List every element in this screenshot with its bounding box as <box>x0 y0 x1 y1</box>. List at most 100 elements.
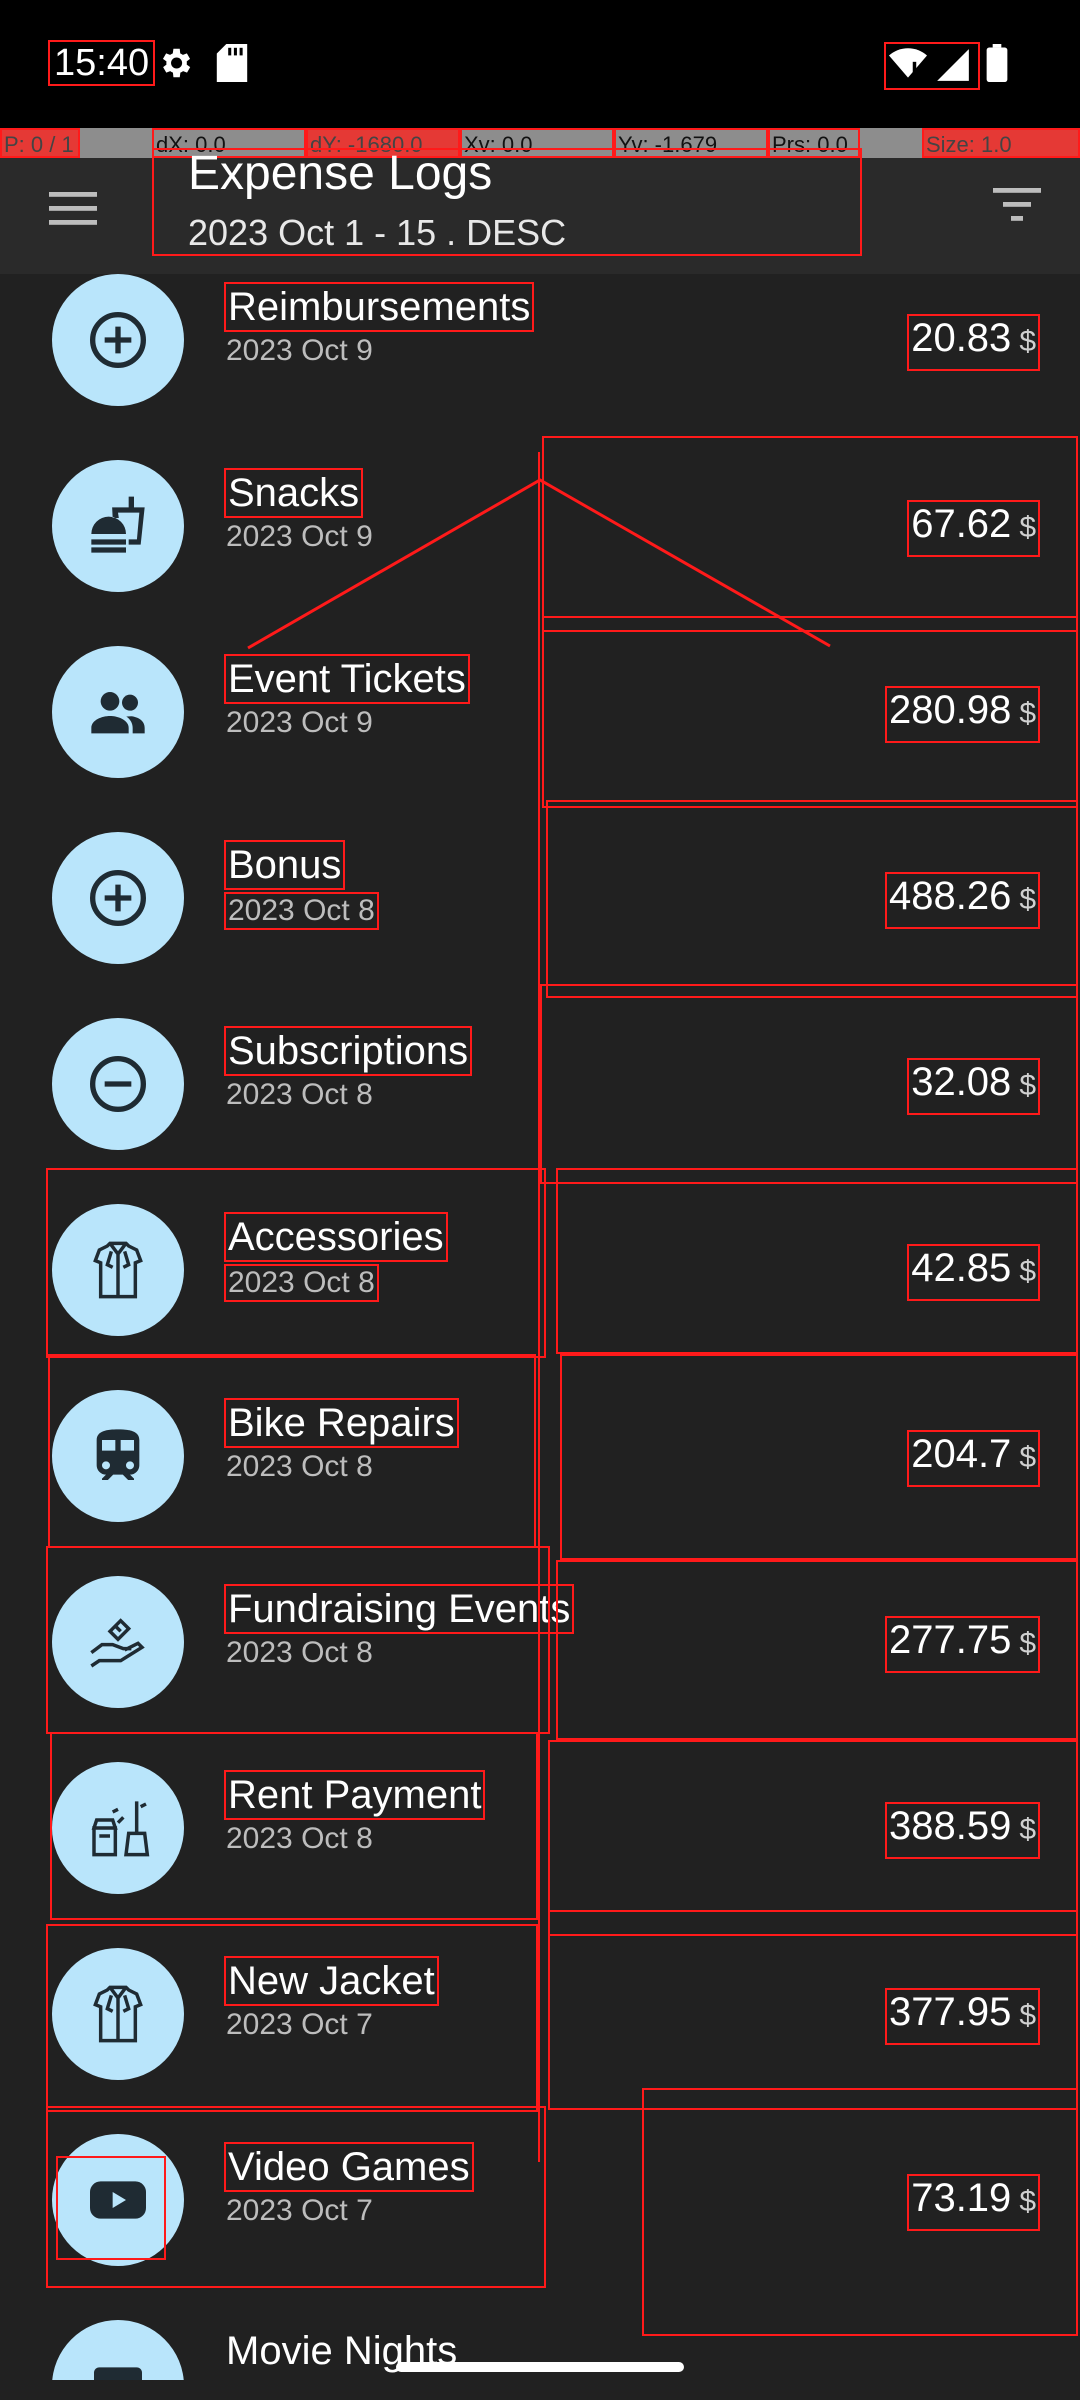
plus-circle-icon <box>90 312 146 368</box>
wifi-icon <box>889 48 927 78</box>
amount-value: 32.08 <box>911 1060 1012 1104</box>
fastfood-icon <box>91 496 145 553</box>
item-amount: 20.83 $ <box>907 314 1040 371</box>
train-icon <box>96 1429 140 1480</box>
sd-card-icon <box>216 44 248 82</box>
currency-symbol: $ <box>1019 325 1036 358</box>
currency-symbol: $ <box>1019 1813 1036 1846</box>
shirt-icon <box>93 1241 143 1299</box>
page-title: Expense Logs <box>188 147 493 200</box>
item-amount: 32.08 $ <box>907 1058 1040 1115</box>
item-amount: 42.85 $ <box>907 1244 1040 1301</box>
filter-icon[interactable] <box>992 184 1042 224</box>
item-date: 2023 Oct 8 <box>226 1078 373 1111</box>
shirt-icon <box>93 1985 143 2043</box>
currency-symbol: $ <box>1019 1627 1036 1660</box>
category-avatar <box>52 1018 184 1150</box>
amount-value: 73.19 <box>911 2176 1012 2220</box>
item-amount: 488.26 $ <box>884 872 1040 929</box>
item-name: Snacks <box>224 468 364 518</box>
item-name: Accessories <box>224 1212 448 1262</box>
list-item[interactable]: New Jacket 2023 Oct 7 377.95 $ <box>0 1948 1080 2134</box>
list-item[interactable]: Video Games 2023 Oct 7 73.19 $ <box>0 2134 1080 2320</box>
battery-icon <box>986 44 1008 82</box>
category-avatar <box>52 2320 184 2380</box>
item-amount: 67.62 $ <box>907 500 1040 557</box>
item-date: 2023 Oct 7 <box>226 2194 373 2227</box>
amount-value: 388.59 <box>888 1804 1012 1848</box>
gesture-nav-bar[interactable] <box>396 2362 684 2372</box>
currency-symbol: $ <box>1019 697 1036 730</box>
cleaning-tools-icon <box>91 1801 150 1857</box>
currency-symbol: $ <box>1019 1441 1036 1474</box>
debug-size: Size: 1.0 <box>922 128 1080 158</box>
category-avatar <box>52 274 184 406</box>
minus-circle-icon <box>90 1056 146 1112</box>
amount-value: 42.85 <box>911 1246 1012 1290</box>
category-avatar <box>52 460 184 592</box>
list-item[interactable]: Subscriptions 2023 Oct 8 32.08 $ <box>0 1018 1080 1204</box>
people-icon <box>91 692 145 734</box>
cell-signal-icon <box>937 49 969 81</box>
category-avatar <box>52 1948 184 2080</box>
item-name: Video Games <box>224 2142 474 2192</box>
item-date: 2023 Oct 8 <box>226 1450 373 1483</box>
debug-pointer: P: 0 / 1 <box>0 128 80 158</box>
item-name: Bonus <box>224 840 346 890</box>
currency-symbol: $ <box>1019 1999 1036 2032</box>
list-item[interactable]: Reimbursements 2023 Oct 9 20.83 $ <box>0 274 1080 460</box>
menu-icon[interactable] <box>48 188 98 228</box>
currency-symbol: $ <box>1019 2185 1036 2218</box>
amount-value: 20.83 <box>911 316 1012 360</box>
plus-circle-icon <box>90 870 146 926</box>
list-item[interactable]: Accessories 2023 Oct 8 42.85 $ <box>0 1204 1080 1390</box>
amount-value: 67.62 <box>911 502 1012 546</box>
item-amount: 388.59 $ <box>884 1802 1040 1859</box>
donation-hand-icon <box>90 1618 145 1668</box>
currency-symbol: $ <box>1019 1069 1036 1102</box>
settings-gear-icon <box>162 48 191 78</box>
category-avatar <box>52 1390 184 1522</box>
item-date: 2023 Oct 7 <box>226 2008 373 2041</box>
item-name: Reimbursements <box>224 282 535 332</box>
list-item[interactable]: Bonus 2023 Oct 8 488.26 $ <box>0 832 1080 1018</box>
connectivity-group <box>884 42 980 90</box>
item-amount: 277.75 $ <box>884 1616 1040 1673</box>
youtube-icon <box>90 2181 146 2219</box>
list-item[interactable]: Bike Repairs 2023 Oct 8 204.7 $ <box>0 1390 1080 1576</box>
item-date: 2023 Oct 9 <box>226 520 373 553</box>
list-item[interactable]: Event Tickets 2023 Oct 9 280.98 $ <box>0 646 1080 832</box>
item-date: 2023 Oct 8 <box>224 1264 379 1302</box>
category-avatar <box>52 1576 184 1708</box>
item-name: Fundraising Events <box>224 1584 575 1634</box>
item-date: 2023 Oct 9 <box>226 706 373 739</box>
item-name: Rent Payment <box>224 1770 486 1820</box>
item-amount: 377.95 $ <box>884 1988 1040 2045</box>
item-name: New Jacket <box>224 1956 439 2006</box>
date-range-subtitle: 2023 Oct 1 - 15 . DESC <box>188 212 567 253</box>
item-name: Event Tickets <box>224 654 470 704</box>
currency-symbol: $ <box>1019 1255 1036 1288</box>
amount-value: 377.95 <box>888 1990 1012 2034</box>
list-item[interactable]: Rent Payment 2023 Oct 8 388.59 $ <box>0 1762 1080 1948</box>
movie-icon <box>94 2367 142 2380</box>
list-item[interactable]: Fundraising Events 2023 Oct 8 277.75 $ <box>0 1576 1080 1762</box>
item-amount: 204.7 $ <box>907 1430 1040 1487</box>
status-time: 15:40 <box>48 40 156 86</box>
amount-value: 277.75 <box>888 1618 1012 1662</box>
category-avatar <box>52 832 184 964</box>
item-name: Subscriptions <box>224 1026 473 1076</box>
category-avatar <box>52 646 184 778</box>
item-date: 2023 Oct 8 <box>226 1822 373 1855</box>
status-bar: 15:40 <box>0 0 1080 128</box>
category-avatar <box>52 1762 184 1894</box>
currency-symbol: $ <box>1019 883 1036 916</box>
amount-value: 280.98 <box>888 688 1012 732</box>
currency-symbol: $ <box>1019 511 1036 544</box>
amount-value: 488.26 <box>888 874 1012 918</box>
item-name: Bike Repairs <box>224 1398 459 1448</box>
amount-value: 204.7 <box>911 1432 1012 1476</box>
item-amount: 73.19 $ <box>907 2174 1040 2231</box>
list-item[interactable]: Snacks 2023 Oct 9 67.62 $ <box>0 460 1080 646</box>
item-amount: 280.98 $ <box>884 686 1040 743</box>
